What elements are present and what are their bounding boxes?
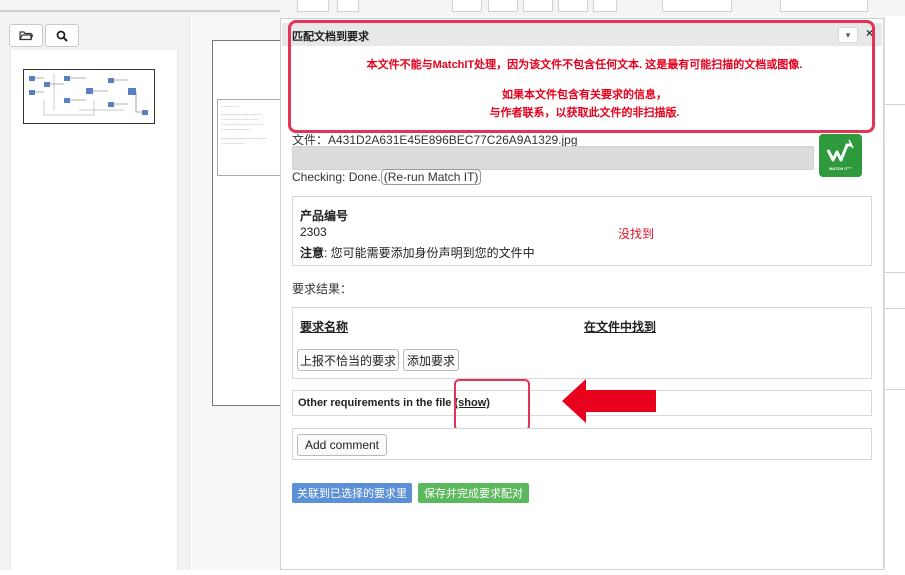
note-text: : 您可能需要添加身份声明到您的文件中 [324,246,535,260]
thumbnail-list [10,50,178,570]
divider [885,272,905,273]
other-requirements-label: Other requirements in the file [298,397,455,409]
product-note: 注意: 您可能需要添加身份声明到您的文件中 [300,244,535,261]
divider [885,389,905,390]
add-requirement-button[interactable]: 添加要求 [403,349,459,371]
note-label: 注意 [300,246,325,260]
rerun-matchit-link[interactable]: (Re-run Match IT) [380,169,482,185]
red-arrow-left-icon [562,379,656,423]
checking-status: Checking: Done. (Re-run Match IT) [292,169,482,185]
toolbar-button[interactable] [780,0,868,12]
folder-open-icon [19,31,33,41]
toolbar-button[interactable] [297,0,329,12]
warning-highlight-box: 本文件不能与MatchIT处理，因为该文件不包含任何文本. 这是最有可能扫描的文… [288,20,875,133]
matchit-logo-text: MATCH IT™ [829,166,852,171]
document-page: ~~~~~~~ ~~~~~~~~~~~~~~~~ ~~~~~~~~~~~~~~~… [212,40,284,406]
warning-line-1: 本文件不能与MatchIT处理，因为该文件不包含任何文本. 这是最有可能扫描的文… [366,59,803,71]
document-text-block: ~~~~~~~ ~~~~~~~~~~~~~~~~ ~~~~~~~~~~~~~~~… [217,99,283,176]
save-and-complete-button[interactable]: 保存并完成要求配对 [418,483,529,503]
report-requirement-button[interactable]: 上报不恰当的要求 [297,349,399,371]
product-number-value: 2303 [300,225,327,239]
matchit-logo: MATCH IT™ [819,134,862,177]
toolbar-button[interactable] [523,0,553,12]
diagram-thumbnail-image [29,74,148,116]
show-link-highlight [454,379,530,431]
warning-line-2: 如果本文件包含有关要求的信息， [502,89,667,101]
requirement-results-label: 要求结果： [292,282,353,296]
add-comment-button[interactable]: Add comment [297,434,387,456]
checking-status-text: Checking: Done. [292,170,381,184]
requirement-name-header: 要求名称 [300,320,349,334]
divider [885,308,905,309]
toolbar-button[interactable] [593,0,617,12]
toolbar-button[interactable] [662,0,732,12]
divider [885,104,905,105]
link-selected-requirements-button[interactable]: 关联到已选择的要求里 [292,483,412,503]
file-progress-bar [292,146,814,170]
top-toolbar [0,0,905,16]
search-button[interactable] [45,24,79,47]
toolbar-divider [0,10,280,12]
not-found-status: 没找到 [618,227,655,241]
toolbar-button[interactable] [488,0,518,12]
open-folder-button[interactable] [9,24,43,47]
found-in-file-header: 在文件中找到 [584,320,657,334]
warning-line-3: 与作者联系，以获取此文件的非扫描版. [489,107,680,119]
product-number-label: 产品编号 [300,209,349,223]
page-thumbnail[interactable] [23,69,155,124]
toolbar-button[interactable] [558,0,588,12]
search-icon [56,30,68,42]
right-edge-panel [884,16,905,570]
toolbar-button[interactable] [337,0,359,12]
toolbar-button[interactable] [452,0,482,12]
